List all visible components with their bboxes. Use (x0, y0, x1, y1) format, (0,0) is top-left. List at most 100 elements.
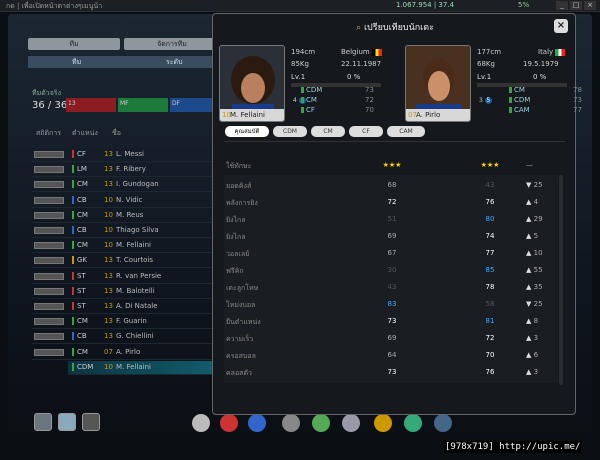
shoe-icon[interactable] (248, 414, 266, 432)
stat-diff: ▲ 3 (526, 368, 538, 376)
badge-icon[interactable] (404, 414, 422, 432)
player-position: GK (72, 256, 87, 265)
player-position: ST (72, 271, 86, 280)
player-row[interactable]: CF 13 L. Messi (32, 148, 212, 162)
select-toggle[interactable] (34, 318, 64, 326)
player-name: F. Guarin (116, 317, 147, 326)
player-position: ST (72, 286, 86, 295)
shield-icon[interactable] (312, 414, 330, 432)
stat-label: ครอสบอล (226, 352, 256, 360)
player-row[interactable]: CB 13 G. Chiellini (32, 330, 212, 345)
col-header-name[interactable]: ชื่อ (112, 128, 121, 139)
player-row[interactable]: CDM 10 M. Fellaini (68, 360, 228, 375)
select-toggle[interactable] (34, 211, 64, 219)
left-country-text: Belgium (341, 48, 370, 56)
select-toggle[interactable] (34, 333, 64, 341)
player-row[interactable]: LM 13 F. Ribery (32, 163, 212, 178)
tab-cdm[interactable]: CDM (273, 126, 307, 137)
trophy-icon[interactable] (282, 414, 300, 432)
maximize-icon[interactable]: □ (570, 1, 582, 10)
mail-icon[interactable] (82, 413, 100, 431)
select-toggle[interactable] (34, 242, 64, 250)
select-toggle[interactable] (34, 196, 64, 204)
player-row[interactable]: GK 13 T. Courtois (32, 254, 212, 269)
diff-value: 5 (533, 232, 539, 240)
player-row[interactable]: CM 07 A. Pirlo (32, 346, 212, 360)
diff-arrow-icon: ▲ (526, 283, 532, 291)
player-row[interactable]: CB 10 Thiago Silva (32, 224, 212, 238)
col-header-pos[interactable]: ตำแหน่ง (72, 128, 98, 139)
tab-cam[interactable]: CAM (387, 126, 425, 137)
tab-cf[interactable]: CF (349, 126, 383, 137)
tray-button-1[interactable] (34, 413, 52, 431)
left-player-name-text: M. Fellaini (230, 111, 265, 119)
stat-label: พลังการยิง (226, 199, 258, 207)
player-row[interactable]: ST 13 R. van Persie (32, 270, 212, 284)
diff-arrow-icon: ▲ (526, 317, 532, 325)
player-row[interactable]: CM 13 F. Guarin (32, 315, 212, 330)
diff-value: 4 (533, 198, 539, 206)
player-row[interactable]: CM 10 M. Fellaini (32, 239, 212, 254)
medal-icon[interactable] (374, 414, 392, 432)
right-country-text: Italy (538, 48, 554, 56)
select-toggle[interactable] (34, 166, 64, 174)
tab-attributes[interactable]: คุณสมบัติ (225, 126, 269, 137)
tab-team[interactable]: ทีม (28, 38, 120, 50)
tray-button-2[interactable] (58, 413, 76, 431)
ball-icon[interactable] (220, 414, 238, 432)
select-toggle[interactable] (34, 287, 64, 295)
stat-diff: ▲ 29 (526, 215, 543, 223)
player-name: G. Chiellini (116, 332, 154, 341)
player-number: 13 (104, 332, 113, 341)
select-toggle[interactable] (34, 272, 64, 280)
subtab-level[interactable]: ระดับ (166, 57, 183, 68)
player-row[interactable]: ST 13 M. Balotelli (32, 285, 212, 299)
minimize-icon[interactable]: _ (556, 1, 568, 10)
team-count: 36 / 36 (32, 100, 68, 111)
player-position: CF (72, 150, 86, 158)
player-position: ST (72, 302, 86, 310)
stat-diff: ▲ 8 (526, 317, 538, 325)
right-stat-value: 70 (485, 351, 495, 359)
player-row[interactable]: CM 13 I. Gundogan (32, 178, 212, 193)
player-row[interactable]: CB 10 N. Vidic (32, 194, 212, 208)
player-position: CM (72, 210, 88, 219)
player-name: A. Di Natale (116, 302, 158, 310)
col-header-stats[interactable]: สถิติการ (36, 128, 61, 139)
italy-flag-icon (555, 48, 566, 56)
select-toggle[interactable] (34, 257, 64, 265)
boot-icon[interactable] (192, 414, 210, 432)
tab-manage[interactable]: จัดการทีม (124, 38, 220, 50)
left-pos-value: 73 (365, 86, 374, 94)
player-row[interactable]: ST 13 A. Di Natale (32, 300, 212, 314)
card-icon[interactable] (342, 414, 360, 432)
diff-arrow-icon: ▲ (526, 232, 532, 240)
close-button[interactable]: × (554, 19, 568, 33)
select-toggle[interactable] (34, 181, 64, 189)
right-stat-value: 81 (485, 317, 495, 325)
select-toggle[interactable] (34, 303, 64, 310)
player-position: CB (72, 332, 87, 341)
player-row[interactable]: CM 10 M. Reus (32, 209, 212, 223)
subtab-team[interactable]: ทีม (72, 57, 81, 68)
select-toggle[interactable] (34, 151, 64, 158)
left-stat-value: 73 (387, 368, 397, 376)
left-stat-value: 43 (387, 283, 397, 291)
globe-icon[interactable] (434, 414, 452, 432)
select-toggle[interactable] (34, 348, 64, 356)
left-skill: 4 (293, 97, 297, 104)
stats-scrollbar[interactable] (559, 175, 563, 385)
window-close-icon[interactable]: × (584, 1, 596, 10)
left-pos-value: 72 (365, 96, 374, 104)
tab-cm[interactable]: CM (311, 126, 345, 137)
select-toggle[interactable] (34, 227, 64, 234)
stat-diff: ▲ 10 (526, 249, 543, 257)
left-pos-value: 70 (365, 106, 374, 114)
dialog-title-text: เปรียบเทียบนักเตะ (363, 23, 434, 33)
player-number: 13 (104, 256, 113, 265)
right-stat-value: 72 (485, 334, 495, 342)
player-name: M. Balotelli (116, 286, 155, 295)
diff-value: 35 (533, 283, 543, 291)
player-number: 13 (104, 302, 113, 310)
stat-row: โหม่งบอล 83 58 ▼ 25 (224, 297, 558, 313)
